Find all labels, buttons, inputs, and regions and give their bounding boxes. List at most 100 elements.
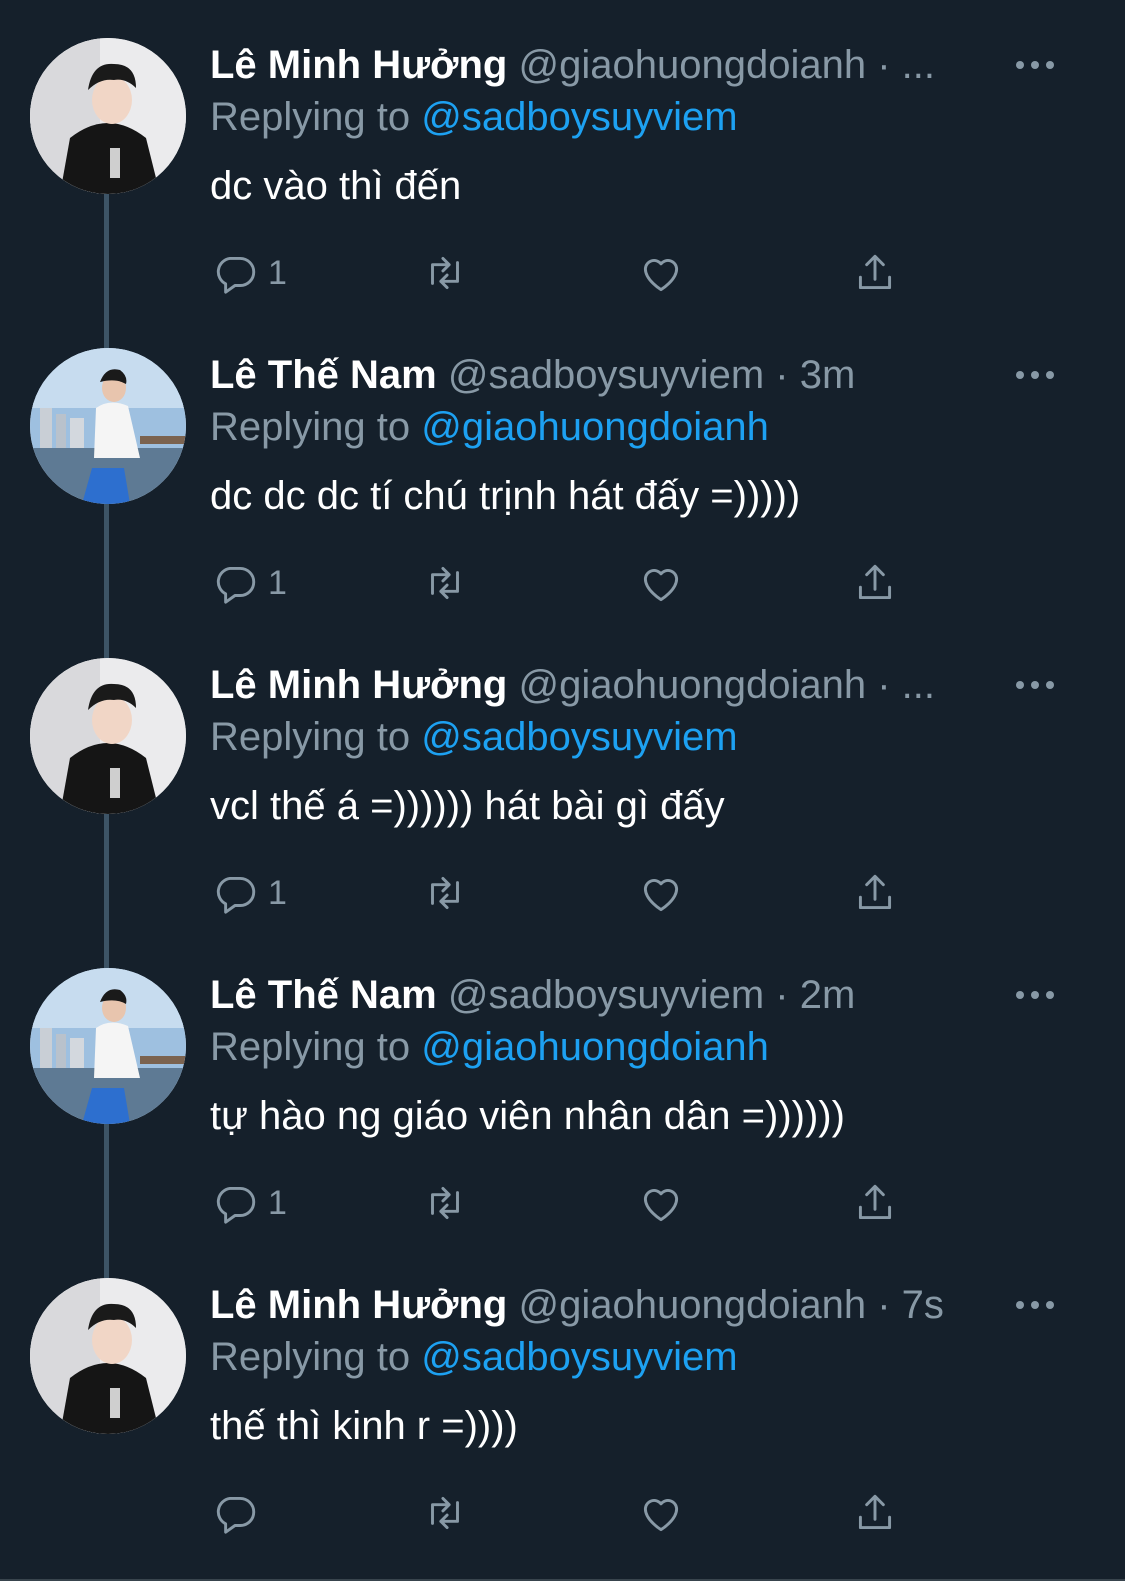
tweet-text: tự hào ng giáo viên nhân dân =)))))): [210, 1094, 845, 1138]
tweet-header: Lê Minh Hưởng @giaohuongdoianh · 7s: [210, 1280, 990, 1330]
author-name[interactable]: Lê Thế Nam: [210, 353, 437, 397]
reply-count: 1: [268, 253, 287, 292]
separator-dot: ·: [877, 43, 891, 87]
share-button[interactable]: [850, 555, 900, 611]
share-button[interactable]: [850, 245, 900, 301]
reply-icon: [216, 256, 256, 294]
tweet[interactable]: Lê Minh Hưởng @giaohuongdoianh · 7s Repl…: [0, 1240, 1125, 1581]
tweet-text: dc vào thì đến: [210, 164, 462, 208]
author-name[interactable]: Lê Minh Hưởng: [210, 663, 507, 707]
thread-connector: [104, 1124, 109, 1240]
replying-to-handle[interactable]: @sadboysuyviem: [421, 1335, 737, 1379]
more-icon[interactable]: [1010, 50, 1060, 80]
reply-button[interactable]: [210, 1485, 268, 1541]
timestamp[interactable]: 7s: [902, 1283, 944, 1327]
retweet-button[interactable]: [420, 1485, 470, 1541]
tweet-text: thế thì kinh r =)))): [210, 1404, 518, 1448]
retweet-button[interactable]: [420, 245, 470, 301]
like-button[interactable]: [636, 245, 686, 301]
avatar[interactable]: [30, 38, 186, 194]
author-handle[interactable]: @sadboysuyviem: [448, 353, 764, 397]
retweet-button[interactable]: [420, 865, 470, 921]
more-icon[interactable]: [1010, 670, 1060, 700]
timestamp[interactable]: ...: [902, 43, 935, 87]
reply-count: 1: [268, 873, 287, 912]
avatar[interactable]: [30, 658, 186, 814]
share-button[interactable]: [850, 1485, 900, 1541]
heart-icon: [643, 259, 679, 292]
tweet[interactable]: Lê Minh Hưởng @giaohuongdoianh · ... Rep…: [0, 620, 1125, 930]
replying-to: Replying to @sadboysuyviem: [210, 1332, 738, 1382]
tweet-actions: 1: [210, 1175, 930, 1231]
author-handle[interactable]: @giaohuongdoianh: [519, 1283, 867, 1327]
reply-button[interactable]: 1: [210, 555, 287, 611]
avatar[interactable]: [30, 348, 186, 504]
thread-connector: [104, 1240, 109, 1278]
replying-to-label: Replying to: [210, 1025, 411, 1069]
tweet-header: Lê Minh Hưởng @giaohuongdoianh · ...: [210, 40, 990, 90]
like-button[interactable]: [636, 865, 686, 921]
more-icon[interactable]: [1010, 1290, 1060, 1320]
replying-to-handle[interactable]: @giaohuongdoianh: [421, 1025, 769, 1069]
separator-dot: ·: [775, 353, 789, 397]
author-name[interactable]: Lê Minh Hưởng: [210, 43, 507, 87]
timestamp[interactable]: ...: [902, 663, 935, 707]
replying-to-handle[interactable]: @giaohuongdoianh: [421, 405, 769, 449]
author-name[interactable]: Lê Thế Nam: [210, 973, 437, 1017]
more-icon[interactable]: [1010, 980, 1060, 1010]
separator-dot: ·: [877, 663, 891, 707]
tweet[interactable]: Lê Minh Hưởng @giaohuongdoianh · ... Rep…: [0, 0, 1125, 310]
reply-button[interactable]: 1: [210, 245, 287, 301]
thread-connector: [104, 930, 109, 968]
author-handle[interactable]: @giaohuongdoianh: [519, 663, 867, 707]
avatar[interactable]: [30, 968, 186, 1124]
replying-to: Replying to @sadboysuyviem: [210, 712, 738, 762]
reply-button[interactable]: 1: [210, 1175, 287, 1231]
tweet-actions: 1: [210, 245, 930, 301]
retweet-button[interactable]: [420, 1175, 470, 1231]
replying-to-handle[interactable]: @sadboysuyviem: [421, 715, 737, 759]
tweet[interactable]: Lê Thế Nam @sadboysuyviem · 3m Replying …: [0, 310, 1125, 620]
reply-icon: [216, 1186, 256, 1224]
tweet-header: Lê Thế Nam @sadboysuyviem · 2m: [210, 970, 990, 1020]
reply-button[interactable]: 1: [210, 865, 287, 921]
tweet-header: Lê Thế Nam @sadboysuyviem · 3m: [210, 350, 990, 400]
tweet-text: dc dc dc tí chú trịnh hát đấy =))))): [210, 474, 801, 518]
timestamp[interactable]: 2m: [800, 973, 856, 1017]
tweet-actions: 1: [210, 865, 930, 921]
avatar[interactable]: [30, 1278, 186, 1434]
heart-icon: [643, 1499, 679, 1532]
tweet-thread: Lê Minh Hưởng @giaohuongdoianh · ... Rep…: [0, 0, 1125, 1581]
thread-connector: [104, 194, 109, 310]
retweet-icon: [431, 1496, 459, 1530]
heart-icon: [643, 569, 679, 602]
tweet[interactable]: Lê Thế Nam @sadboysuyviem · 2m Replying …: [0, 930, 1125, 1240]
share-button[interactable]: [850, 865, 900, 921]
reply-icon: [216, 876, 256, 914]
separator-dot: ·: [775, 973, 789, 1017]
more-icon[interactable]: [1010, 360, 1060, 390]
replying-to: Replying to @giaohuongdoianh: [210, 402, 769, 452]
author-handle[interactable]: @giaohuongdoianh: [519, 43, 867, 87]
share-icon: [858, 254, 892, 290]
like-button[interactable]: [636, 1175, 686, 1231]
tweet-header: Lê Minh Hưởng @giaohuongdoianh · ...: [210, 660, 990, 710]
author-name[interactable]: Lê Minh Hưởng: [210, 1283, 507, 1327]
avatar-black-hoodie: [30, 1278, 186, 1434]
reply-count: 1: [268, 563, 287, 602]
replying-to: Replying to @giaohuongdoianh: [210, 1022, 769, 1072]
reply-icon: [216, 1496, 256, 1534]
like-button[interactable]: [636, 555, 686, 611]
reply-icon: [216, 566, 256, 604]
retweet-button[interactable]: [420, 555, 470, 611]
share-button[interactable]: [850, 1175, 900, 1231]
timestamp[interactable]: 3m: [800, 353, 856, 397]
avatar-boat-city: [30, 348, 186, 504]
replying-to: Replying to @sadboysuyviem: [210, 92, 738, 142]
share-icon: [858, 564, 892, 600]
replying-to-label: Replying to: [210, 95, 411, 139]
like-button[interactable]: [636, 1485, 686, 1541]
avatar-black-hoodie: [30, 658, 186, 814]
replying-to-handle[interactable]: @sadboysuyviem: [421, 95, 737, 139]
author-handle[interactable]: @sadboysuyviem: [448, 973, 764, 1017]
